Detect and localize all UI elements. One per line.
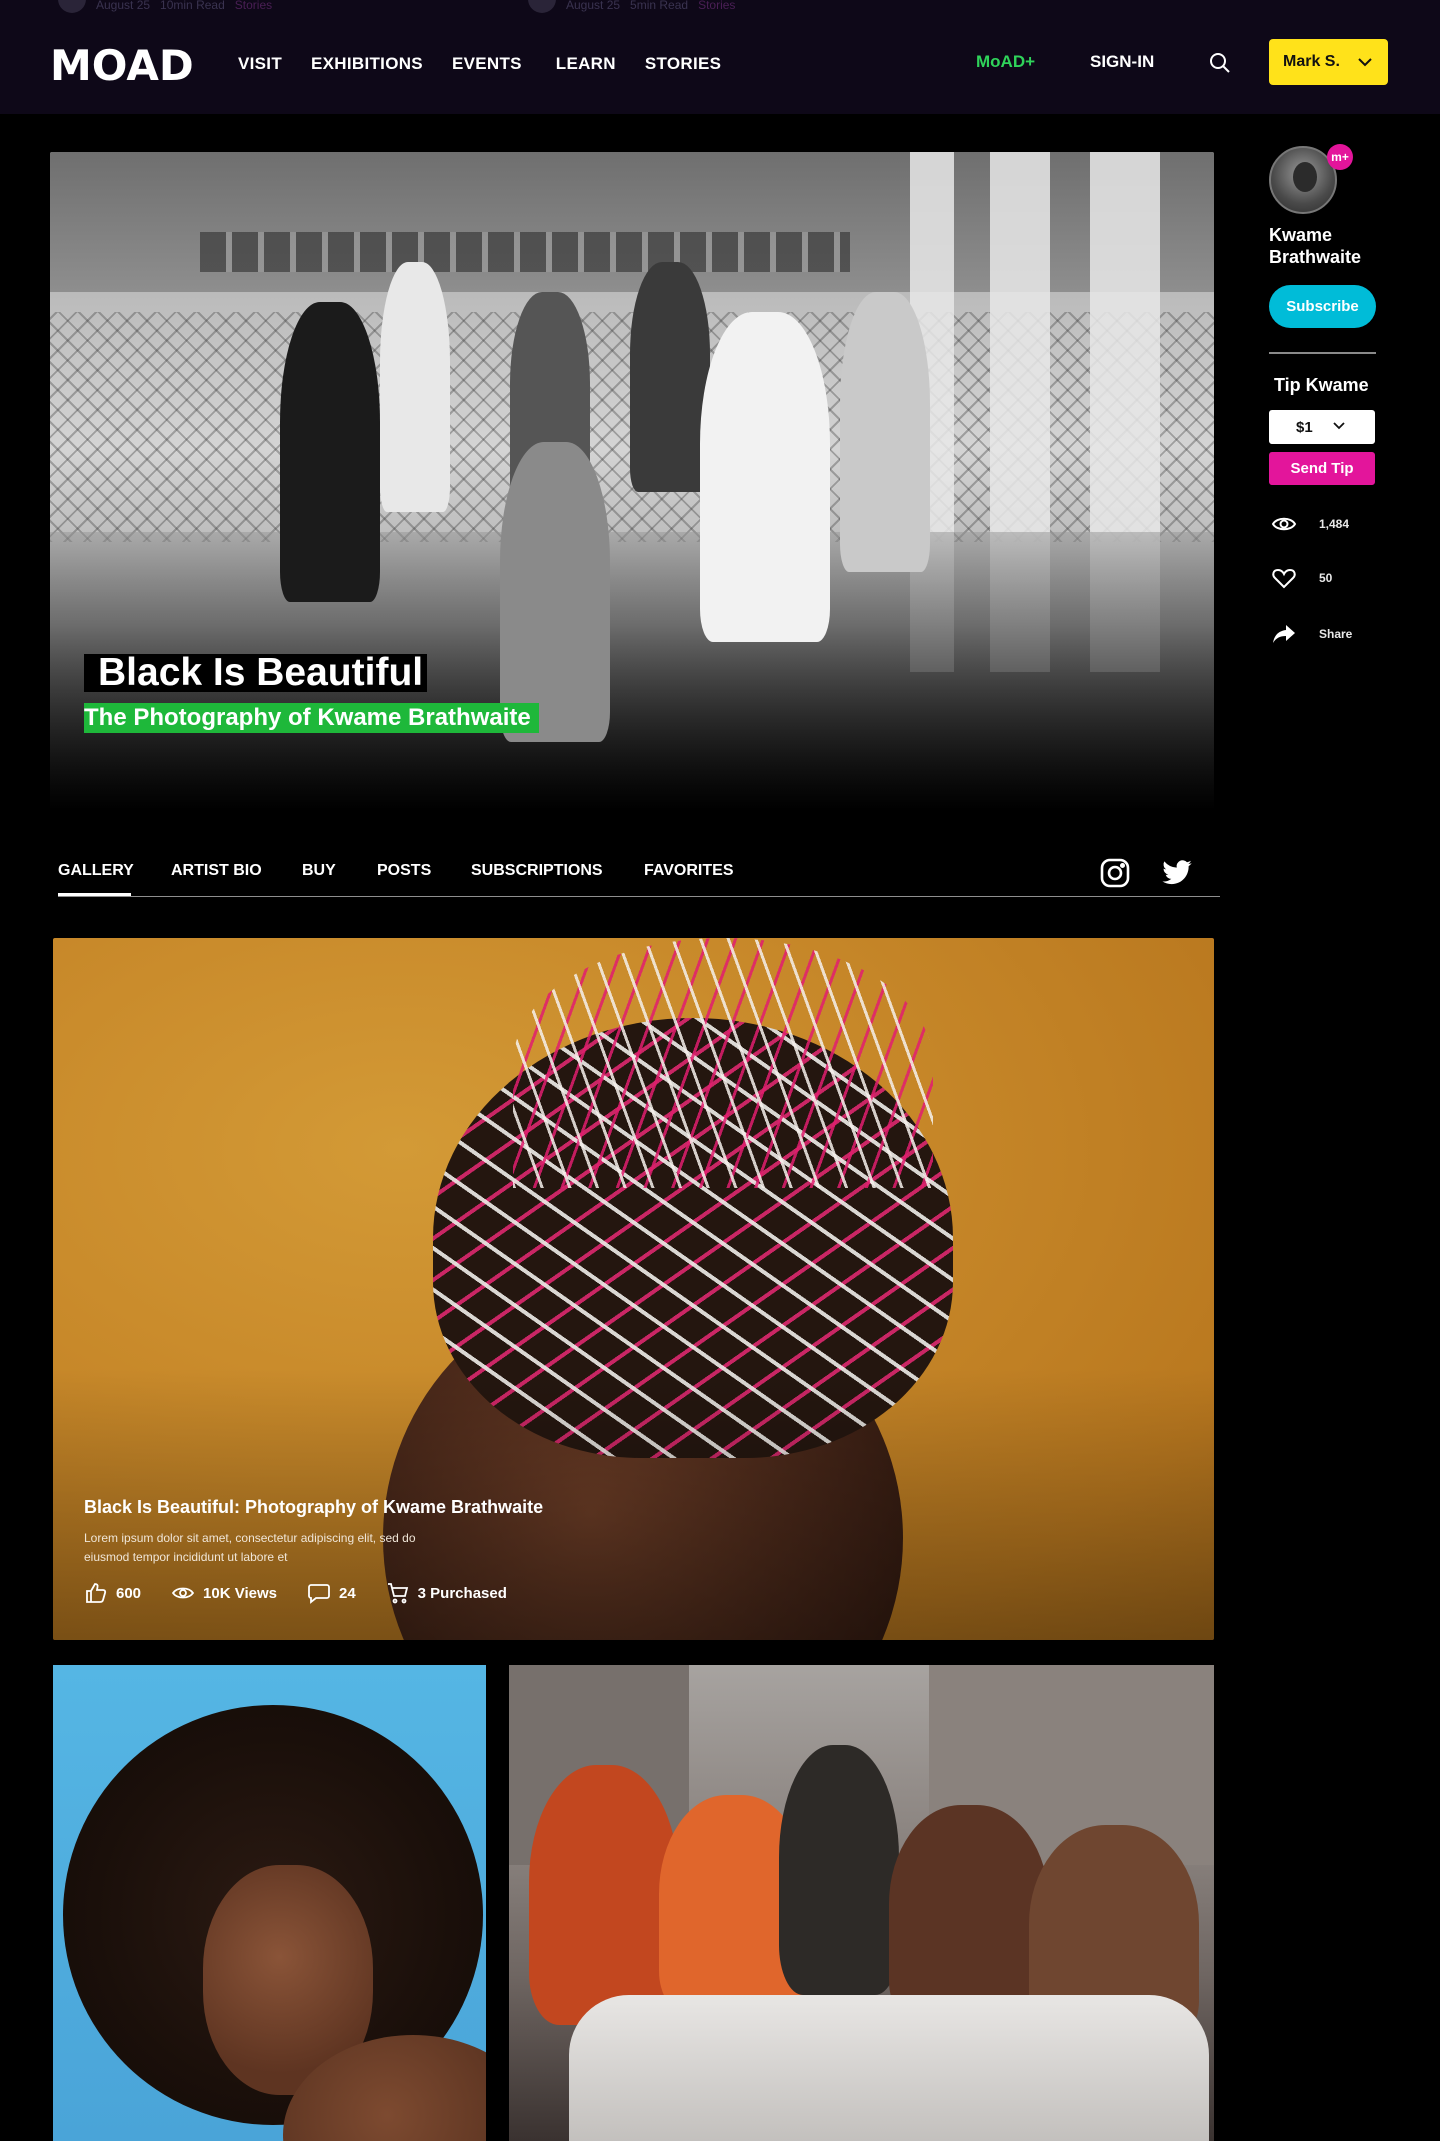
comments-button[interactable]: 24	[307, 1581, 356, 1605]
tip-amount-select[interactable]: $1	[1269, 410, 1375, 444]
views-count: 10K Views	[203, 1584, 277, 1602]
share-label: Share	[1319, 627, 1353, 641]
nav-stories[interactable]: STORIES	[645, 54, 721, 74]
strip-read-time: 10min Read	[160, 0, 225, 12]
figure	[630, 262, 710, 492]
gallery-photo[interactable]	[509, 1665, 1214, 2141]
hero-title: Black Is Beautiful	[84, 653, 428, 692]
moad-plus-link[interactable]: MoAD+	[976, 52, 1035, 72]
previous-content-strip: August 25 10min Read Stories August 25 5…	[0, 0, 1440, 14]
figure	[280, 302, 380, 602]
purchase-button[interactable]: 3 Purchased	[386, 1581, 507, 1605]
tip-title: Tip Kwame	[1274, 375, 1369, 395]
main-nav: VISIT EXHIBITIONS EVENTS LEARN STORIES	[238, 14, 750, 114]
comment-icon	[308, 1584, 330, 1604]
heart-icon	[1272, 568, 1296, 589]
moad-logo[interactable]: MOAD	[50, 42, 194, 90]
moad-plus-badge: m+	[1327, 144, 1353, 170]
tab-gallery[interactable]: GALLERY	[58, 862, 134, 880]
avatar	[528, 0, 556, 13]
strip-tag: Stories	[234, 0, 273, 12]
like-button[interactable]: 600	[84, 1581, 141, 1605]
send-tip-button[interactable]: Send Tip	[1269, 452, 1375, 485]
hero-image: Black Is Beautiful The Photography of Kw…	[50, 152, 1214, 810]
figure	[779, 1745, 899, 1995]
feature-title[interactable]: Black Is Beautiful: Photography of Kwame…	[84, 1497, 543, 1518]
strip-item: August 25 5min Read Stories	[528, 0, 735, 13]
views-stat: 1,484	[1271, 511, 1349, 537]
divider	[1269, 352, 1376, 354]
nav-learn[interactable]: LEARN	[556, 54, 616, 74]
search-icon	[1210, 53, 1230, 73]
tab-favorites[interactable]: FAVORITES	[644, 862, 734, 880]
subscribe-button[interactable]: Subscribe	[1269, 285, 1376, 328]
purchased-count: 3 Purchased	[417, 1584, 507, 1602]
tabs-divider	[58, 896, 1220, 897]
strip-tag: Stories	[698, 0, 736, 12]
likes-count: 50	[1319, 571, 1333, 585]
comment-count: 24	[338, 1584, 356, 1602]
instagram-link[interactable]	[1099, 857, 1131, 889]
search-button[interactable]	[1208, 51, 1232, 75]
thumbs-up-icon	[86, 1583, 107, 1603]
featured-gallery-item[interactable]: Black Is Beautiful: Photography of Kwame…	[53, 938, 1214, 1640]
like-count: 600	[116, 1584, 142, 1602]
eye-icon	[1271, 517, 1297, 531]
views-count: 1,484	[1319, 517, 1350, 531]
feature-stats: 600 10K Views 24 3 Purchased	[84, 1581, 537, 1605]
tab-buy[interactable]: BUY	[302, 862, 336, 880]
hero-subtitle: The Photography of Kwame Brathwaite	[84, 703, 539, 733]
tab-posts[interactable]: POSTS	[377, 862, 431, 880]
gallery-photo[interactable]	[53, 1665, 486, 2141]
cart-icon	[387, 1583, 408, 1604]
tip-amount-value: $1	[1296, 418, 1313, 436]
strip-read-time: 5min Read	[630, 0, 689, 12]
feature-description: Lorem ipsum dolor sit amet, consectetur …	[84, 1531, 416, 1564]
figure	[500, 442, 610, 742]
nav-events[interactable]: EVENTS	[452, 54, 522, 74]
twitter-link[interactable]	[1161, 857, 1193, 889]
sign-in-link[interactable]: SIGN-IN	[1090, 52, 1154, 72]
avatar	[58, 0, 86, 13]
strip-date: August 25	[566, 0, 621, 12]
instagram-icon	[1100, 858, 1130, 888]
figure	[840, 292, 930, 572]
chevron-down-icon	[1333, 422, 1345, 430]
nav-exhibitions[interactable]: EXHIBITIONS	[311, 54, 423, 74]
user-name: Mark S.	[1283, 53, 1340, 70]
figure	[380, 262, 450, 512]
chevron-down-icon	[1358, 58, 1372, 67]
eye-icon	[171, 1587, 195, 1599]
figure	[529, 1765, 679, 2025]
likes-stat[interactable]: 50	[1271, 565, 1332, 591]
views-stat: 10K Views	[171, 1581, 277, 1605]
share-button[interactable]: Share	[1271, 621, 1352, 647]
artist-name[interactable]: Kwame Brathwaite	[1269, 224, 1399, 268]
profile-tabs: GALLERY ARTIST BIO BUY POSTS SUBSCRIPTIO…	[58, 862, 1220, 898]
share-icon	[1273, 625, 1295, 643]
figure	[700, 312, 830, 642]
tab-artist-bio[interactable]: ARTIST BIO	[171, 862, 262, 880]
user-menu-button[interactable]: Mark S.	[1269, 39, 1388, 85]
site-header: MOAD VISIT EXHIBITIONS EVENTS LEARN STOR…	[0, 14, 1440, 114]
nav-visit[interactable]: VISIT	[238, 54, 282, 74]
twitter-icon	[1162, 860, 1192, 885]
strip-item: August 25 10min Read Stories	[58, 0, 272, 13]
strip-date: August 25	[96, 0, 151, 12]
tab-subscriptions[interactable]: SUBSCRIPTIONS	[471, 862, 603, 880]
figure	[889, 1805, 1049, 2025]
